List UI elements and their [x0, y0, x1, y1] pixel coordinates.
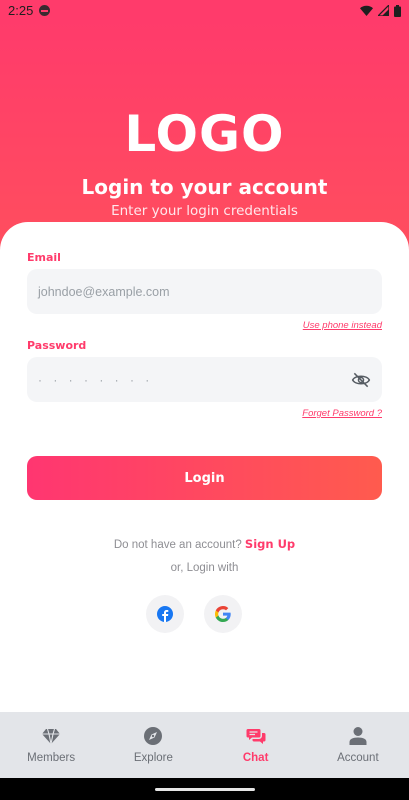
- login-button[interactable]: Login: [27, 456, 382, 500]
- do-not-disturb-icon: [39, 5, 51, 16]
- facebook-login-button[interactable]: [146, 595, 184, 633]
- nav-item-explore[interactable]: Explore: [102, 712, 204, 778]
- nav-label-account: Account: [337, 752, 379, 764]
- signup-prompt: Do not have an account?: [113, 539, 242, 551]
- nav-label-explore: Explore: [133, 752, 173, 764]
- google-icon: [215, 606, 231, 622]
- password-field[interactable]: · · · · · · · ·: [27, 357, 382, 402]
- signal-icon: [378, 5, 389, 16]
- google-login-button[interactable]: [204, 595, 242, 633]
- use-phone-link[interactable]: Use phone instead: [303, 320, 382, 331]
- facebook-icon: [157, 606, 173, 622]
- chat-icon: [246, 729, 266, 744]
- nav-item-account[interactable]: Account: [307, 712, 409, 778]
- app-logo: LOGO: [124, 105, 285, 163]
- email-placeholder: johndoe@example.com: [38, 284, 170, 299]
- battery-icon: [394, 4, 401, 17]
- password-value: · · · · · · · ·: [38, 372, 154, 387]
- status-time: 2:25: [8, 3, 34, 18]
- diamond-icon: [42, 728, 61, 745]
- password-label: Password: [27, 339, 87, 352]
- bottom-nav: Members Explore Chat Account: [0, 712, 409, 778]
- page-subtitle: Enter your login credentials: [111, 203, 298, 219]
- status-bar: 2:25: [0, 0, 409, 21]
- person-icon: [349, 727, 367, 745]
- or-login-with: or, Login with: [170, 562, 239, 574]
- nav-label-members: Members: [27, 752, 76, 764]
- nav-label-chat: Chat: [242, 752, 269, 764]
- wifi-icon: [360, 5, 373, 16]
- system-gesture-bar: [0, 778, 409, 800]
- hero-header: LOGO Login to your account Enter your lo…: [0, 21, 409, 251]
- page-title: Login to your account: [81, 175, 328, 199]
- email-label: Email: [27, 251, 61, 264]
- signup-row: Do not have an account? Sign Up: [0, 537, 409, 551]
- compass-icon: [144, 727, 163, 745]
- eye-off-icon[interactable]: [351, 370, 371, 390]
- nav-item-members[interactable]: Members: [0, 712, 102, 778]
- home-gesture-handle[interactable]: [155, 788, 255, 791]
- email-field[interactable]: johndoe@example.com: [27, 269, 382, 314]
- sign-up-link[interactable]: Sign Up: [245, 537, 295, 551]
- login-card: Email johndoe@example.com Use phone inst…: [0, 222, 409, 712]
- forgot-password-link[interactable]: Forget Password ?: [302, 408, 382, 419]
- nav-item-chat[interactable]: Chat: [205, 712, 307, 778]
- status-icons: [360, 4, 401, 17]
